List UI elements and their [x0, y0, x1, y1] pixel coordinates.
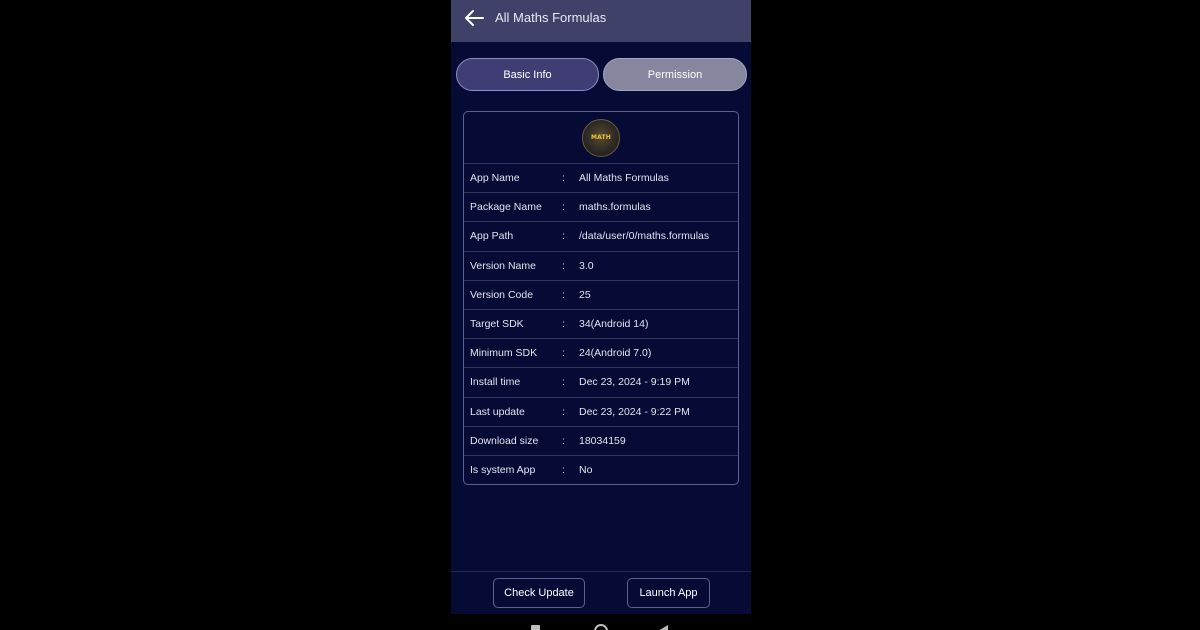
back-button[interactable]	[463, 9, 485, 27]
app-icon-text: MATH	[590, 134, 612, 141]
info-label: App Name	[470, 172, 520, 185]
info-value: 24(Android 7.0)	[579, 347, 652, 360]
info-value: 25	[579, 288, 591, 301]
info-value: No	[579, 464, 593, 477]
info-row: Download size: 18034159	[464, 427, 738, 456]
info-value: /data/user/0/maths.formulas	[579, 230, 710, 243]
phone-screen: All Maths Formulas Basic Info Permission…	[451, 0, 751, 630]
info-value: All Maths Formulas	[579, 172, 669, 185]
info-row: Package Name: maths.formulas	[464, 193, 738, 223]
info-label: Download size	[470, 434, 539, 447]
info-value: Dec 23, 2024 - 9:19 PM	[579, 376, 690, 389]
info-separator: :	[562, 259, 565, 272]
info-value: 34(Android 14)	[579, 318, 649, 331]
app-bar: All Maths Formulas	[451, 0, 751, 42]
recents-icon[interactable]	[531, 625, 540, 630]
info-separator: :	[562, 464, 565, 477]
info-row: App Name: All Maths Formulas	[464, 164, 738, 194]
home-icon[interactable]	[594, 624, 608, 630]
info-label: Target SDK	[470, 318, 524, 331]
info-row: Minimum SDK: 24(Android 7.0)	[464, 339, 738, 369]
info-row: Target SDK: 34(Android 14)	[464, 310, 738, 340]
info-row: App Path: /data/user/0/maths.formulas	[464, 222, 738, 252]
info-label: Last update	[470, 405, 525, 418]
info-label: Version Code	[470, 288, 534, 301]
info-value: maths.formulas	[579, 201, 651, 214]
info-value: 3.0	[579, 259, 594, 272]
nav-back-icon[interactable]	[658, 625, 668, 630]
info-separator: :	[562, 230, 565, 243]
info-row: Version Name: 3.0	[464, 252, 738, 281]
info-separator: :	[562, 288, 565, 301]
info-label: Is system App	[470, 464, 536, 477]
info-label: Version Name	[470, 259, 536, 272]
page-title: All Maths Formulas	[495, 10, 607, 25]
launch-app-button[interactable]: Launch App	[627, 578, 710, 608]
bottom-action-bar: Check Update Launch App	[451, 571, 751, 614]
math-formulas-app-icon: MATH	[582, 118, 620, 157]
tab-permission[interactable]: Permission	[603, 58, 747, 91]
info-value: Dec 23, 2024 - 9:22 PM	[579, 405, 690, 418]
tab-basic-info[interactable]: Basic Info	[456, 58, 599, 91]
info-row: Version Code: 25	[464, 281, 738, 310]
info-row: Is system App: No	[464, 456, 738, 484]
system-nav-bar	[451, 614, 751, 630]
info-value: 18034159	[579, 434, 626, 447]
app-info-card: MATH App Name: All Maths Formulas Package …	[463, 111, 739, 485]
info-label: Package Name	[470, 201, 542, 214]
info-separator: :	[562, 347, 565, 360]
info-separator: :	[562, 318, 565, 331]
info-label: Minimum SDK	[470, 347, 538, 360]
info-list: App Name: All Maths Formulas Package Name:…	[464, 164, 738, 484]
info-separator: :	[562, 405, 565, 418]
app-icon-row: MATH	[464, 112, 738, 164]
info-separator: :	[562, 201, 565, 214]
info-label: App Path	[470, 230, 514, 243]
info-separator: :	[562, 172, 565, 185]
info-row: Install time: Dec 23, 2024 - 9:19 PM	[464, 368, 738, 398]
info-separator: :	[562, 376, 565, 389]
info-row: Last update: Dec 23, 2024 - 9:22 PM	[464, 398, 738, 427]
arrow-left-icon	[465, 10, 484, 26]
info-label: Install time	[470, 376, 521, 389]
check-update-button[interactable]: Check Update	[493, 578, 585, 608]
info-separator: :	[562, 434, 565, 447]
